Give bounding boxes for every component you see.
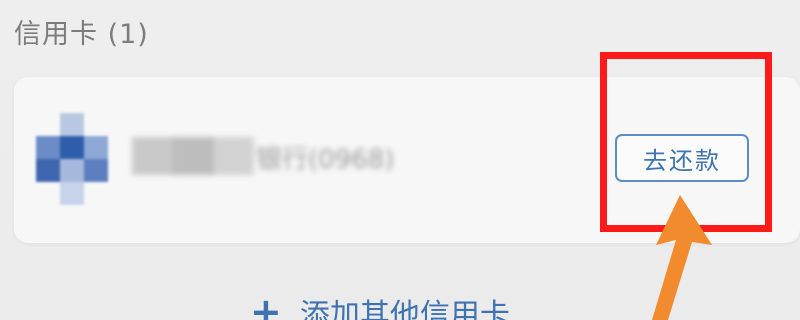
bank-name-blurred: 银行(0968): [132, 129, 452, 185]
bank-name-text: 银行(0968): [256, 145, 395, 175]
section-title: 信用卡 (1): [14, 19, 149, 50]
bank-logo-icon: [36, 113, 108, 205]
arrow-icon: [652, 195, 712, 320]
credit-card-screen: 信用卡 (1) 银行(0968) 去还款 + 添加其他信用卡: [0, 0, 800, 320]
add-credit-card-link[interactable]: + 添加其他信用卡: [250, 290, 510, 320]
plus-icon: +: [250, 290, 282, 320]
add-card-label: 添加其他信用卡: [299, 298, 510, 320]
